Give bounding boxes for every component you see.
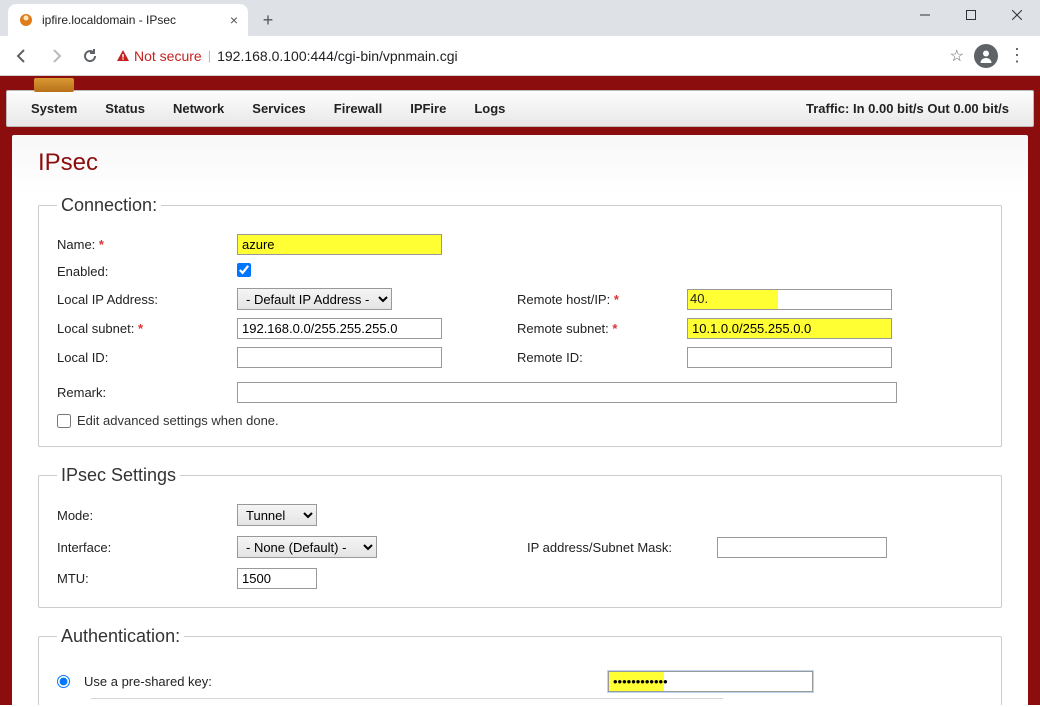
profile-icon[interactable] <box>974 44 998 68</box>
remote-id-label: Remote ID: <box>517 350 687 365</box>
close-icon[interactable]: × <box>230 12 238 28</box>
maximize-button[interactable] <box>948 0 994 30</box>
menu-ipfire[interactable]: IPFire <box>410 101 446 116</box>
mode-label: Mode: <box>57 508 237 523</box>
remark-label: Remark: <box>57 385 237 400</box>
logo-icon <box>34 78 74 92</box>
url-separator: | <box>208 48 211 63</box>
new-tab-button[interactable]: + <box>254 6 282 34</box>
favicon-icon <box>18 12 34 28</box>
url-text: 192.168.0.100:444/cgi-bin/vpnmain.cgi <box>217 48 938 64</box>
enabled-checkbox[interactable] <box>237 263 251 277</box>
local-subnet-input[interactable] <box>237 318 442 339</box>
local-id-label: Local ID: <box>57 350 237 365</box>
ipmask-input[interactable] <box>717 537 887 558</box>
forward-button[interactable] <box>42 42 70 70</box>
connection-fieldset: Connection: Name: Enabled: Local IP Addr… <box>38 195 1002 447</box>
menu-icon[interactable]: ⋮ <box>1008 45 1026 66</box>
psk-radio[interactable] <box>57 675 70 688</box>
browser-toolbar: Not secure | 192.168.0.100:444/cgi-bin/v… <box>0 36 1040 76</box>
remote-subnet-input[interactable] <box>687 318 892 339</box>
interface-select[interactable]: - None (Default) - <box>237 536 377 558</box>
remote-id-input[interactable] <box>687 347 892 368</box>
browser-tab[interactable]: ipfire.localdomain - IPsec × <box>8 4 248 36</box>
back-button[interactable] <box>8 42 36 70</box>
local-id-input[interactable] <box>237 347 442 368</box>
main-menubar: System Status Network Services Firewall … <box>6 90 1034 127</box>
bookmark-icon[interactable]: ☆ <box>950 46 964 66</box>
remote-host-label: Remote host/IP: <box>517 292 687 307</box>
menu-logs[interactable]: Logs <box>474 101 505 116</box>
window-controls <box>902 0 1040 36</box>
page-title: IPsec <box>38 149 1002 177</box>
mode-select[interactable]: Tunnel <box>237 504 317 526</box>
local-ip-select[interactable]: - Default IP Address - <box>237 288 392 310</box>
remark-input[interactable] <box>237 382 897 403</box>
name-input[interactable] <box>237 234 442 255</box>
advanced-label: Edit advanced settings when done. <box>77 413 279 428</box>
not-secure-label: Not secure <box>134 48 202 64</box>
menu-status[interactable]: Status <box>105 101 145 116</box>
menu-system[interactable]: System <box>31 101 77 116</box>
auth-legend: Authentication: <box>57 626 184 647</box>
advanced-checkbox[interactable] <box>57 414 71 428</box>
local-subnet-label: Local subnet: <box>57 321 237 336</box>
connection-legend: Connection: <box>57 195 161 216</box>
interface-label: Interface: <box>57 540 237 555</box>
traffic-status: Traffic: In 0.00 bit/s Out 0.00 bit/s <box>806 101 1009 116</box>
menu-firewall[interactable]: Firewall <box>334 101 382 116</box>
ipsec-legend: IPsec Settings <box>57 465 180 486</box>
page-viewport: System Status Network Services Firewall … <box>0 76 1040 705</box>
address-bar[interactable]: Not secure | 192.168.0.100:444/cgi-bin/v… <box>110 41 944 71</box>
name-label: Name: <box>57 237 237 252</box>
menu-network[interactable]: Network <box>173 101 224 116</box>
menu-services[interactable]: Services <box>252 101 306 116</box>
mtu-input[interactable] <box>237 568 317 589</box>
warning-icon <box>116 49 130 63</box>
mtu-label: MTU: <box>57 571 237 586</box>
tab-title: ipfire.localdomain - IPsec <box>42 13 222 27</box>
close-window-button[interactable] <box>994 0 1040 30</box>
minimize-button[interactable] <box>902 0 948 30</box>
auth-fieldset: Authentication: Use a pre-shared key: Up… <box>38 626 1002 705</box>
security-warning[interactable]: Not secure <box>116 48 202 64</box>
reload-button[interactable] <box>76 42 104 70</box>
remote-subnet-label: Remote subnet: <box>517 321 687 336</box>
ipmask-label: IP address/Subnet Mask: <box>527 540 717 555</box>
ipsec-fieldset: IPsec Settings Mode: Tunnel Interface: -… <box>38 465 1002 608</box>
psk-label: Use a pre-shared key: <box>84 674 594 689</box>
psk-input[interactable] <box>608 671 813 692</box>
enabled-label: Enabled: <box>57 264 237 279</box>
local-ip-label: Local IP Address: <box>57 292 237 307</box>
browser-titlebar: ipfire.localdomain - IPsec × + <box>0 0 1040 36</box>
